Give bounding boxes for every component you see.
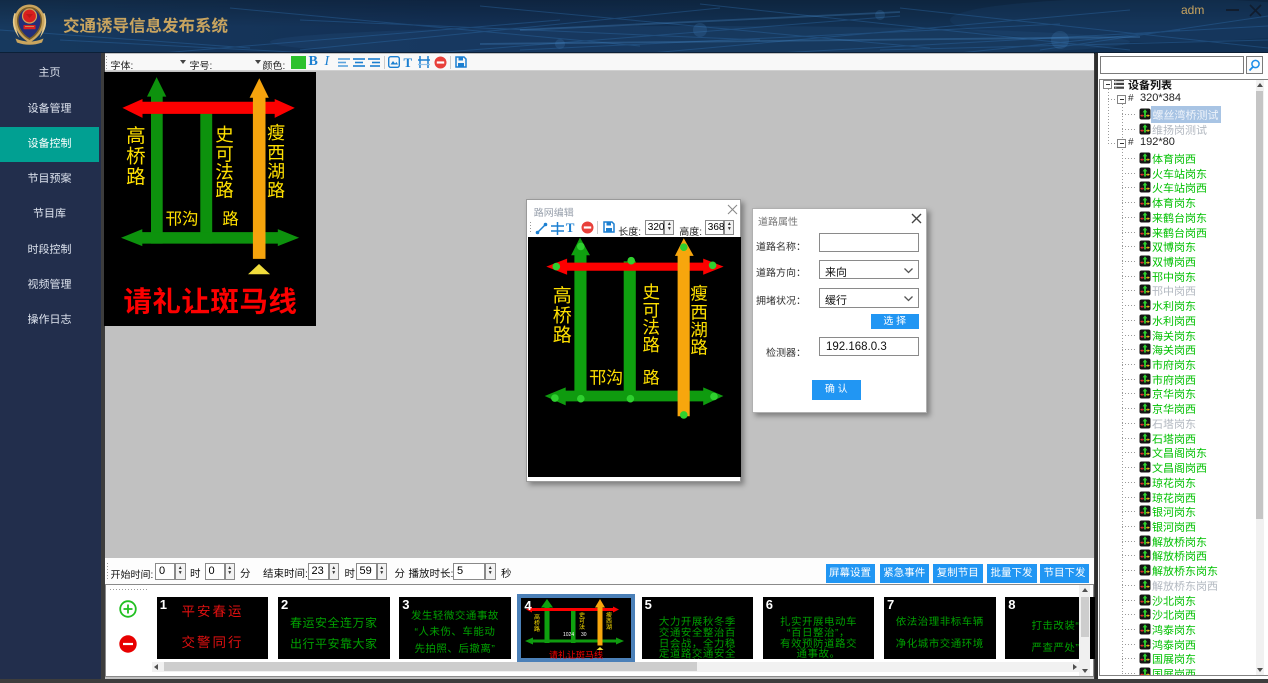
- svg-text:可: 可: [579, 618, 585, 625]
- svg-text:高: 高: [534, 613, 540, 621]
- svg-text:桥: 桥: [126, 146, 146, 168]
- svg-text:路: 路: [222, 211, 239, 229]
- svg-text:交通诱导信息发布系统: 交通诱导信息发布系统: [63, 17, 229, 36]
- svg-text:高: 高: [553, 286, 572, 307]
- svg-text:30: 30: [581, 632, 587, 638]
- svg-text:桥: 桥: [534, 619, 540, 627]
- svg-text:邗沟: 邗沟: [589, 368, 623, 387]
- svg-text:路: 路: [534, 625, 540, 633]
- svg-text:路: 路: [215, 179, 234, 200]
- svg-text:瘦: 瘦: [267, 123, 285, 143]
- svg-text:瘦: 瘦: [690, 284, 708, 304]
- svg-text:高: 高: [126, 126, 146, 148]
- svg-text:路: 路: [643, 368, 660, 387]
- svg-text:路: 路: [690, 338, 708, 358]
- svg-text:请礼让斑马线: 请礼让斑马线: [123, 287, 297, 319]
- svg-text:西: 西: [267, 143, 285, 163]
- svg-text:湖: 湖: [606, 624, 612, 631]
- svg-text:路: 路: [126, 167, 146, 189]
- svg-text:1024: 1024: [563, 632, 574, 638]
- svg-text:路: 路: [267, 180, 285, 200]
- svg-text:西: 西: [606, 618, 612, 625]
- svg-text:史: 史: [215, 124, 234, 145]
- svg-text:adm: adm: [1181, 3, 1204, 17]
- svg-text:路: 路: [642, 335, 660, 355]
- svg-text:法: 法: [579, 623, 585, 631]
- svg-text:路: 路: [553, 326, 572, 347]
- svg-text:请礼让斑马线: 请礼让斑马线: [549, 650, 603, 660]
- svg-text:瘦: 瘦: [606, 611, 612, 619]
- svg-text:桥: 桥: [553, 306, 572, 327]
- svg-text:邗沟: 邗沟: [166, 211, 199, 229]
- svg-text:史: 史: [642, 282, 660, 302]
- svg-text:史: 史: [579, 612, 585, 619]
- svg-text:湖: 湖: [267, 162, 285, 182]
